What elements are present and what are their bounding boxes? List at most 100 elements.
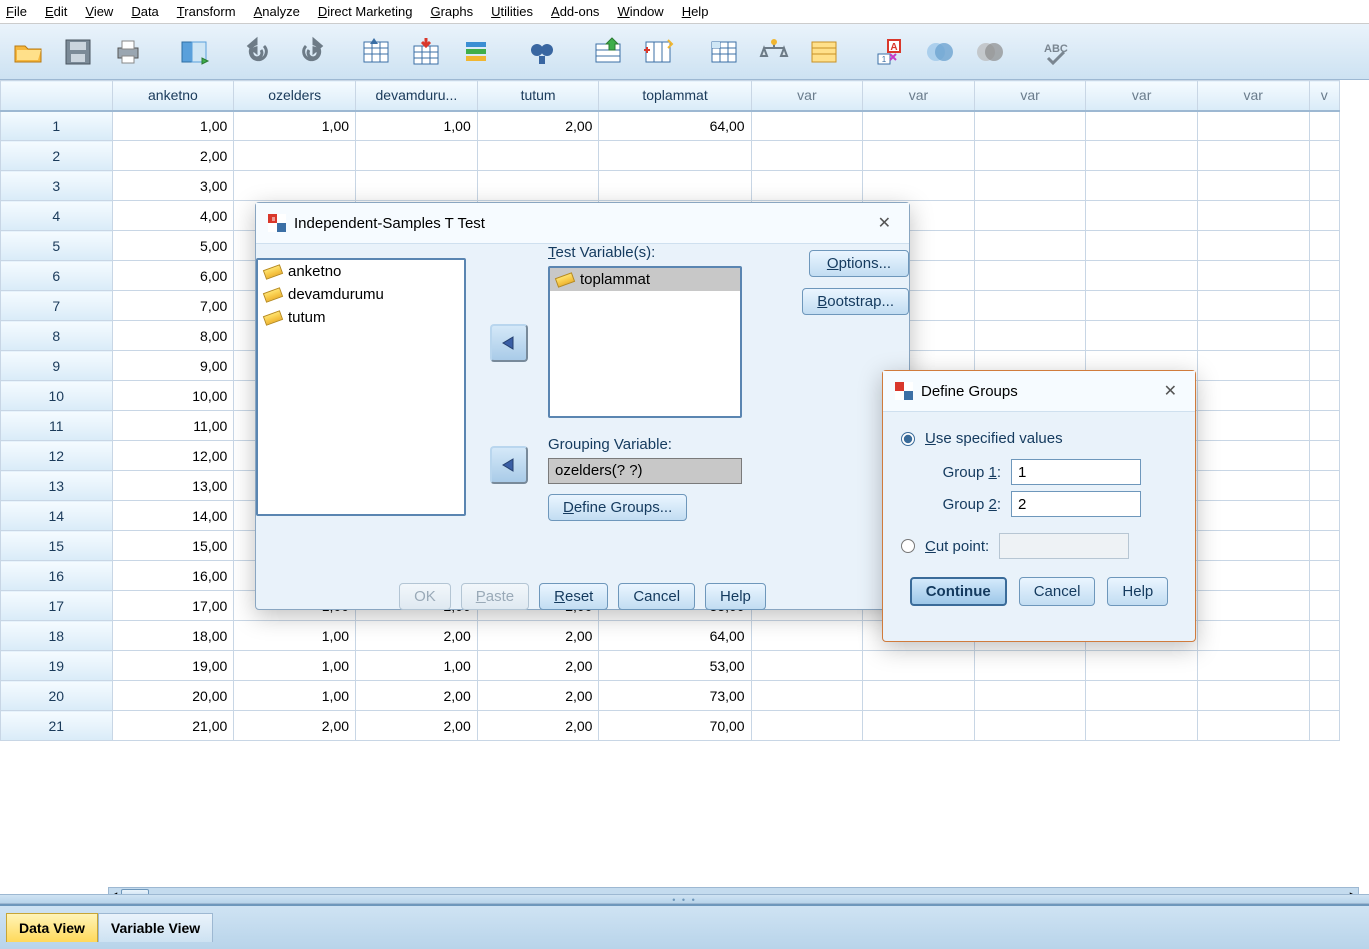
data-cell[interactable] <box>863 141 975 171</box>
data-cell[interactable] <box>974 141 1086 171</box>
data-cell[interactable] <box>1086 711 1198 741</box>
save-icon[interactable] <box>58 32 98 72</box>
find-icon[interactable] <box>522 32 562 72</box>
data-cell[interactable] <box>1086 651 1198 681</box>
data-cell[interactable] <box>1309 351 1340 381</box>
data-cell[interactable]: 70,00 <box>599 711 751 741</box>
column-header[interactable]: tutum <box>477 81 599 111</box>
data-cell[interactable]: 2,00 <box>356 681 478 711</box>
data-cell[interactable] <box>356 141 478 171</box>
tab-variable-view[interactable]: Variable View <box>98 913 213 942</box>
data-cell[interactable]: 1,00 <box>234 651 356 681</box>
column-header[interactable]: anketno <box>112 81 234 111</box>
insert-var-icon[interactable] <box>638 32 678 72</box>
column-header[interactable]: var <box>751 81 863 111</box>
menu-view[interactable]: View <box>85 4 113 19</box>
select-cases-icon[interactable] <box>804 32 844 72</box>
data-cell[interactable]: 2,00 <box>477 621 599 651</box>
bootstrap-button[interactable]: Bootstrap... <box>802 288 909 315</box>
data-cell[interactable]: 64,00 <box>599 621 751 651</box>
data-cell[interactable] <box>477 171 599 201</box>
row-header[interactable]: 13 <box>1 471 113 501</box>
data-cell[interactable] <box>1309 381 1340 411</box>
data-cell[interactable] <box>974 111 1086 141</box>
group1-input[interactable] <box>1011 459 1141 485</box>
open-icon[interactable] <box>8 32 48 72</box>
close-icon[interactable]: ✕ <box>872 211 897 235</box>
variable-item[interactable]: anketno <box>258 260 464 283</box>
spell-icon[interactable]: ABC <box>1036 32 1076 72</box>
data-cell[interactable] <box>1197 291 1309 321</box>
data-cell[interactable]: 2,00 <box>477 681 599 711</box>
row-header[interactable]: 21 <box>1 711 113 741</box>
define-groups-button[interactable]: Define Groups... <box>548 494 687 521</box>
cancel-button[interactable]: Cancel <box>1019 577 1096 606</box>
data-cell[interactable]: 1,00 <box>356 651 478 681</box>
source-variables-list[interactable]: anketnodevamdurumututum <box>256 258 466 516</box>
data-cell[interactable] <box>1197 681 1309 711</box>
data-cell[interactable] <box>863 711 975 741</box>
data-cell[interactable] <box>974 261 1086 291</box>
data-cell[interactable]: 8,00 <box>112 321 234 351</box>
data-cell[interactable]: 1,00 <box>356 111 478 141</box>
weight-icon[interactable] <box>754 32 794 72</box>
data-cell[interactable] <box>751 621 863 651</box>
data-cell[interactable] <box>974 291 1086 321</box>
data-cell[interactable] <box>1309 591 1340 621</box>
cancel-button[interactable]: Cancel <box>618 583 695 610</box>
data-cell[interactable] <box>1309 291 1340 321</box>
data-cell[interactable]: 15,00 <box>112 531 234 561</box>
redo-icon[interactable] <box>290 32 330 72</box>
insert-case-icon[interactable] <box>588 32 628 72</box>
data-cell[interactable] <box>356 171 478 201</box>
help-button[interactable]: Help <box>1107 577 1168 606</box>
data-cell[interactable] <box>1197 321 1309 351</box>
data-cell[interactable] <box>1086 171 1198 201</box>
data-cell[interactable]: 2,00 <box>356 621 478 651</box>
data-cell[interactable]: 21,00 <box>112 711 234 741</box>
print-icon[interactable] <box>108 32 148 72</box>
data-cell[interactable] <box>1309 501 1340 531</box>
data-cell[interactable] <box>1197 351 1309 381</box>
split-file-icon[interactable] <box>704 32 744 72</box>
data-cell[interactable] <box>1197 111 1309 141</box>
menu-add-ons[interactable]: Add-ons <box>551 4 599 19</box>
close-icon[interactable]: ✕ <box>1158 379 1183 403</box>
column-header[interactable]: ozelders <box>234 81 356 111</box>
value-labels-icon[interactable]: A1 <box>870 32 910 72</box>
row-header[interactable]: 10 <box>1 381 113 411</box>
data-cell[interactable] <box>1197 651 1309 681</box>
data-cell[interactable]: 6,00 <box>112 261 234 291</box>
data-cell[interactable] <box>1309 321 1340 351</box>
data-cell[interactable]: 17,00 <box>112 591 234 621</box>
data-cell[interactable] <box>1309 651 1340 681</box>
data-cell[interactable] <box>1309 231 1340 261</box>
reset-button[interactable]: Reset <box>539 583 608 610</box>
pane-drag-handle[interactable]: • • • <box>0 894 1369 904</box>
data-cell[interactable] <box>1197 261 1309 291</box>
column-header[interactable]: var <box>1197 81 1309 111</box>
column-header[interactable]: toplammat <box>599 81 751 111</box>
data-cell[interactable]: 10,00 <box>112 381 234 411</box>
data-cell[interactable]: 12,00 <box>112 441 234 471</box>
data-cell[interactable]: 1,00 <box>234 111 356 141</box>
data-cell[interactable] <box>1309 561 1340 591</box>
menu-graphs[interactable]: Graphs <box>430 4 473 19</box>
row-header[interactable]: 2 <box>1 141 113 171</box>
data-cell[interactable] <box>1197 711 1309 741</box>
menu-file[interactable]: File <box>6 4 27 19</box>
data-cell[interactable]: 20,00 <box>112 681 234 711</box>
data-cell[interactable] <box>234 171 356 201</box>
data-cell[interactable]: 73,00 <box>599 681 751 711</box>
menu-analyze[interactable]: Analyze <box>254 4 300 19</box>
row-header[interactable]: 16 <box>1 561 113 591</box>
data-cell[interactable] <box>1197 231 1309 261</box>
data-cell[interactable]: 3,00 <box>112 171 234 201</box>
recall-dialog-icon[interactable] <box>174 32 214 72</box>
menu-transform[interactable]: Transform <box>177 4 236 19</box>
data-cell[interactable] <box>1309 531 1340 561</box>
data-cell[interactable] <box>1086 141 1198 171</box>
data-cell[interactable] <box>1086 291 1198 321</box>
row-header[interactable]: 8 <box>1 321 113 351</box>
data-cell[interactable] <box>1197 141 1309 171</box>
